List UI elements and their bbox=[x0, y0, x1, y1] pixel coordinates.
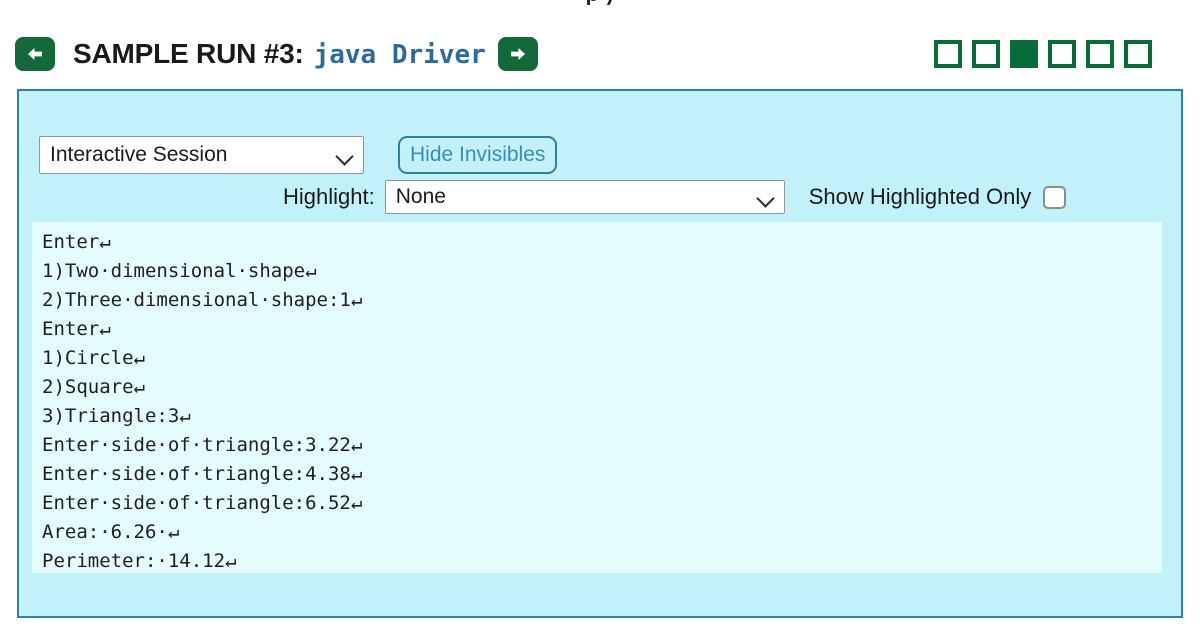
console-line: 2)Three·dimensional·shape:1↵ bbox=[42, 289, 363, 311]
session-select[interactable]: Interactive Session bbox=[39, 136, 364, 174]
console-line: 1)Two·dimensional·shape↵ bbox=[42, 260, 317, 282]
step-indicator-3[interactable] bbox=[1010, 40, 1038, 68]
session-select-value: Interactive Session bbox=[50, 143, 228, 166]
console-line: Perimeter:·14.12↵ bbox=[42, 550, 237, 572]
show-highlighted-only-label: Show Highlighted Only bbox=[808, 184, 1032, 209]
console-line: Enter↵ bbox=[42, 231, 111, 253]
show-highlighted-only-checkbox[interactable] bbox=[1043, 185, 1067, 209]
next-sample-run-button[interactable] bbox=[497, 37, 538, 71]
page-title: SAMPLE RUN #3: java Driver bbox=[73, 38, 486, 70]
console-line: Enter↵ bbox=[42, 318, 111, 340]
console-line: Enter·side·of·triangle:4.38↵ bbox=[42, 463, 363, 485]
previous-sample-run-button[interactable] bbox=[15, 37, 55, 71]
console-output: Enter↵ 1)Two·dimensional·shape↵ 2)Three·… bbox=[32, 222, 1162, 573]
hide-invisibles-label: Hide Invisibles bbox=[410, 143, 546, 166]
arrow-left-icon bbox=[25, 46, 45, 62]
step-indicator-5[interactable] bbox=[1086, 40, 1114, 68]
step-indicator-6[interactable] bbox=[1124, 40, 1152, 68]
step-indicator-2[interactable] bbox=[972, 40, 1000, 68]
controls-row-secondary: Highlight: None Show Highlighted Only bbox=[39, 180, 1165, 214]
clipped-top-text: p ) bbox=[0, 0, 1200, 5]
console-line: 1)Circle↵ bbox=[42, 347, 145, 369]
console-line: Enter·side·of·triangle:6.52↵ bbox=[42, 492, 363, 514]
hide-invisibles-button[interactable]: Hide Invisibles bbox=[398, 136, 558, 174]
chevron-down-icon bbox=[337, 150, 353, 160]
sample-run-command: java Driver bbox=[313, 40, 486, 70]
step-indicator-1[interactable] bbox=[934, 40, 962, 68]
sample-run-step-indicator bbox=[934, 26, 1152, 82]
highlight-label: Highlight: bbox=[283, 184, 375, 209]
console-line: Area:·6.26·↵ bbox=[42, 521, 180, 543]
sample-run-title: SAMPLE RUN #3: bbox=[73, 38, 304, 69]
arrow-right-icon bbox=[508, 46, 528, 62]
console-line: 2)Square↵ bbox=[42, 376, 145, 398]
console-line: Enter·side·of·triangle:3.22↵ bbox=[42, 434, 363, 456]
header-bar: SAMPLE RUN #3: java Driver bbox=[0, 26, 1200, 82]
chevron-down-icon bbox=[758, 192, 774, 202]
highlight-select[interactable]: None bbox=[384, 180, 785, 214]
sample-run-panel: Interactive Session Hide Invisibles High… bbox=[17, 89, 1183, 618]
highlight-select-value: None bbox=[395, 185, 446, 208]
console-line: 3)Triangle:3↵ bbox=[42, 405, 191, 427]
controls-row-primary: Interactive Session Hide Invisibles bbox=[39, 136, 558, 174]
step-indicator-4[interactable] bbox=[1048, 40, 1076, 68]
